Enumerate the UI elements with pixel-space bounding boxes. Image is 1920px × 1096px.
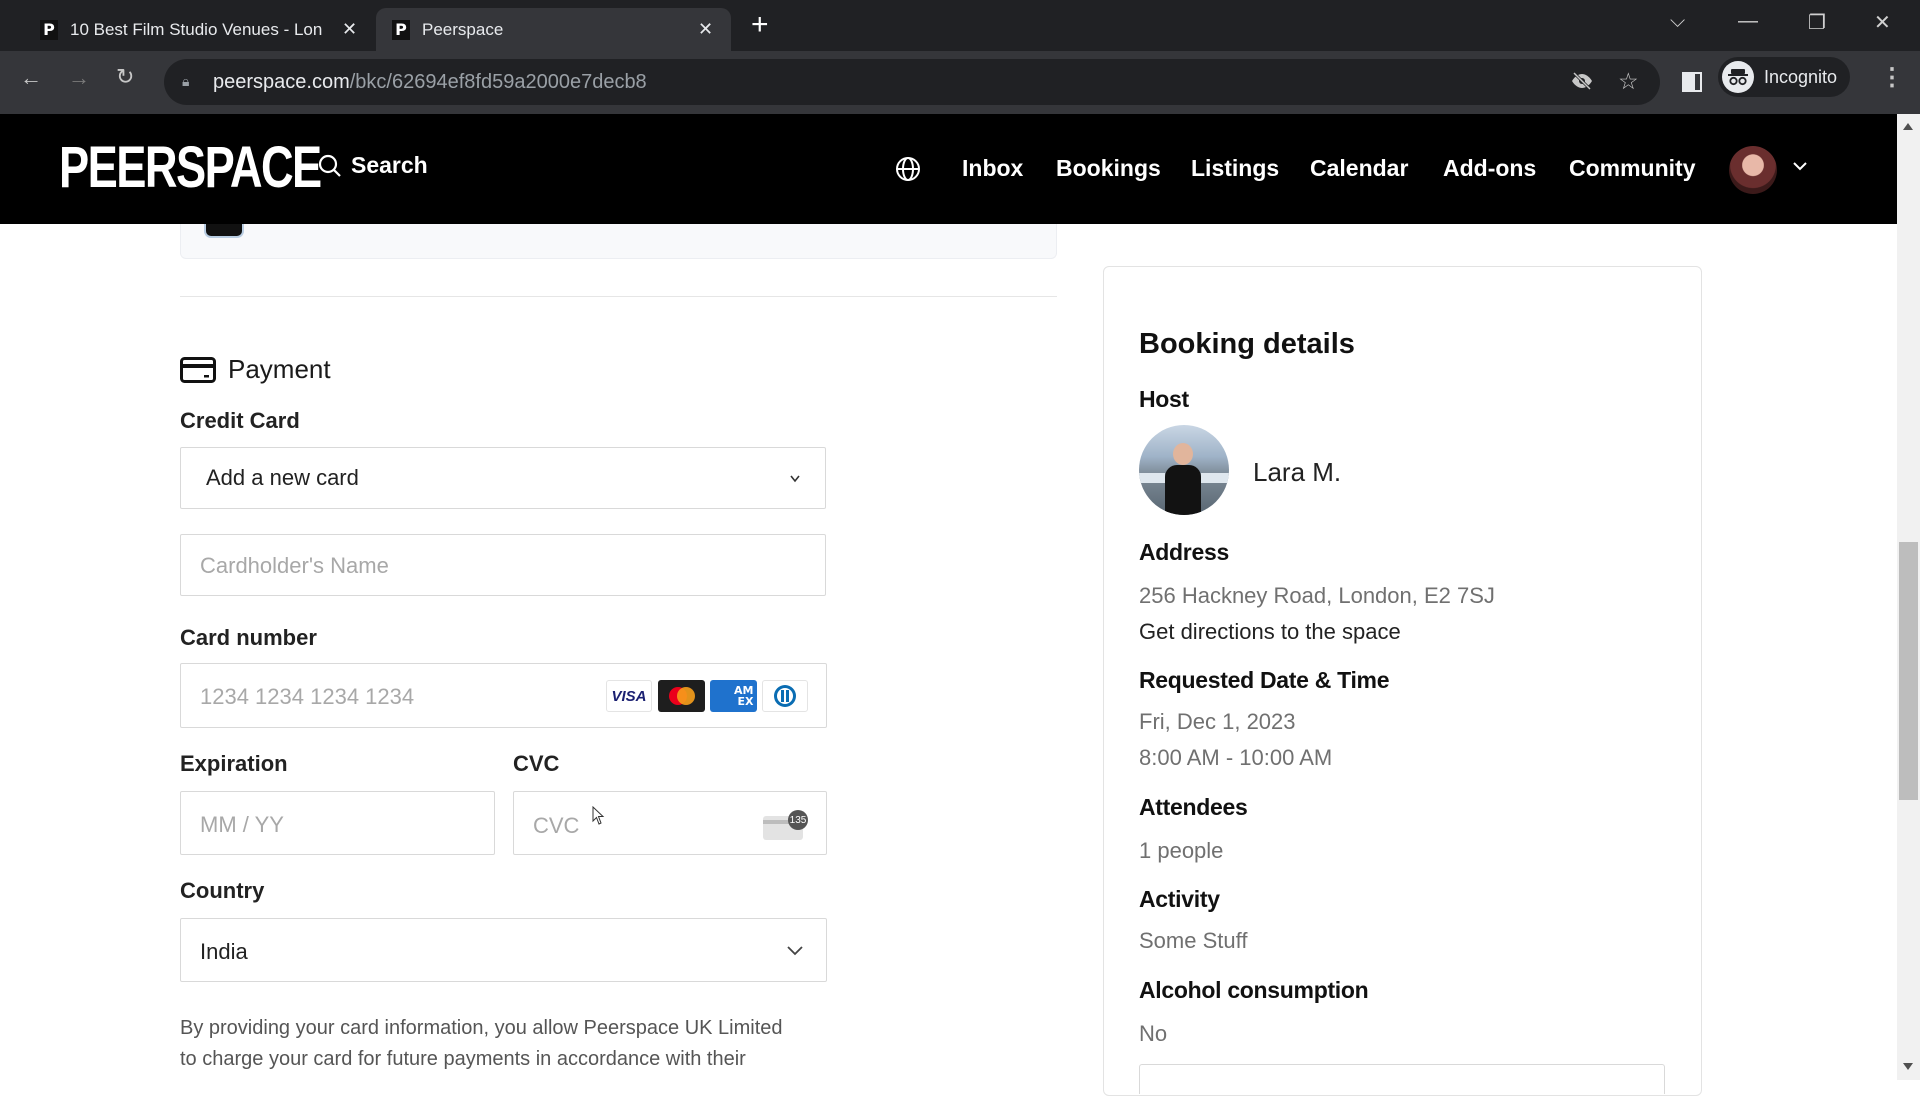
credit-card-label: Credit Card [180,408,300,433]
visa-icon: VISA [606,680,652,712]
attendees-label: Attendees [1139,794,1248,820]
payment-heading: Payment [228,354,331,384]
cardholder-name-placeholder: Cardholder's Name [200,553,389,578]
scroll-up-arrow-icon[interactable] [1903,123,1913,130]
restore-icon[interactable]: ❐ [1808,10,1826,35]
checkbox[interactable] [204,224,244,238]
back-icon[interactable]: ← [20,65,42,91]
bookmark-star-icon[interactable]: ☆ [1618,68,1639,95]
lock-icon: 🔒︎ [182,73,190,89]
attendees-value: 1 people [1139,838,1224,863]
mouse-cursor-icon [592,806,605,825]
nav-listings[interactable]: Listings [1191,155,1279,182]
host-avatar [1139,425,1229,515]
address-bar[interactable]: 🔒︎ peerspace.com/bkc/62694ef8fd59a2000e7… [164,59,1660,105]
chevron-down-icon [790,475,800,483]
peerspace-favicon-icon: P [40,19,58,40]
card-number-label: Card number [180,625,317,650]
forward-icon[interactable]: → [68,65,90,91]
booking-details-heading: Booking details [1139,328,1355,360]
nav-add-ons[interactable]: Add-ons [1443,155,1536,182]
country-label: Country [180,878,265,903]
close-tab-icon[interactable]: ✕ [698,19,713,40]
cvc-placeholder: CVC [533,813,580,838]
side-panel-icon[interactable] [1682,72,1702,92]
url-domain: peerspace.com [213,71,350,93]
user-avatar[interactable] [1729,146,1777,194]
payment-disclaimer: By providing your card information, you … [180,1017,783,1070]
scroll-down-arrow-icon[interactable] [1903,1063,1913,1070]
diners-club-icon [762,680,808,712]
nav-inbox[interactable]: Inbox [962,155,1023,182]
browser-menu-icon[interactable]: ⋮ [1880,63,1904,92]
nav-search-label: Search [351,152,428,178]
amex-icon: AM EX [710,680,757,712]
page-scrollbar[interactable] [1897,114,1920,1080]
previous-section-card [180,224,1057,259]
tab-search-icon[interactable]: ⌵ [1670,10,1685,33]
site-navbar: PEERSPACE Search Inbox Bookings Listings… [0,114,1897,224]
mastercard-icon [658,680,705,712]
credit-card-icon [180,357,216,388]
close-window-icon[interactable]: ✕ [1874,10,1891,35]
browser-tab-strip: P 10 Best Film Studio Venues - Lon ✕ P P… [0,0,1920,51]
requested-datetime-label: Requested Date & Time [1139,667,1390,693]
tab-title: 10 Best Film Studio Venues - Lon [70,19,323,39]
country-select[interactable]: India [180,918,827,982]
expiration-placeholder: MM / YY [200,812,284,837]
activity-label: Activity [1139,886,1220,912]
expiration-label: Expiration [180,751,288,776]
cvc-card-icon: 135 [763,810,808,840]
minimize-icon[interactable]: — [1738,10,1758,33]
host-label: Host [1139,386,1189,412]
search-icon [318,154,341,177]
nav-calendar[interactable]: Calendar [1310,155,1408,182]
profile-label: Incognito [1764,66,1838,87]
browser-tab-inactive[interactable]: P 10 Best Film Studio Venues - Lon ✕ [30,8,365,51]
address-value: 256 Hackney Road, London, E2 7SJ [1139,583,1495,608]
peerspace-favicon-icon: P [392,19,410,40]
nav-community[interactable]: Community [1569,155,1696,182]
chevron-down-icon[interactable] [1790,156,1810,181]
host-name: Lara M. [1253,457,1342,487]
scrollbar-thumb[interactable] [1899,542,1918,800]
browser-toolbar: ← → ↻ 🔒︎ peerspace.com/bkc/62694ef8fd59a… [0,51,1920,114]
tab-title: Peerspace [422,19,504,39]
requested-time: 8:00 AM - 10:00 AM [1139,745,1333,770]
alcohol-label: Alcohol consumption [1139,977,1369,1003]
cvc-label: CVC [513,751,560,776]
country-selected: India [200,939,248,964]
credit-card-select[interactable]: Add a new card [180,447,826,509]
activity-value: Some Stuff [1139,928,1248,953]
get-directions-link[interactable]: Get directions to the space [1139,619,1401,645]
expiration-input[interactable]: MM / YY [180,791,495,855]
requested-date: Fri, Dec 1, 2023 [1139,709,1296,734]
cvc-input[interactable]: CVC 135 [513,791,827,855]
peerspace-logo[interactable]: PEERSPACE [59,138,322,198]
cardholder-name-input[interactable]: Cardholder's Name [180,534,826,596]
new-tab-button[interactable]: + [751,10,769,40]
nav-search-button[interactable]: Search [317,152,428,179]
credit-card-selected: Add a new card [206,465,359,490]
chevron-down-icon [787,946,803,956]
incognito-profile-button[interactable]: Incognito [1718,57,1850,97]
incognito-icon [1722,61,1754,93]
browser-tab-active[interactable]: P Peerspace ✕ [376,8,731,51]
eye-off-icon[interactable] [1570,69,1594,98]
section-divider [180,296,1057,297]
nav-bookings[interactable]: Bookings [1056,155,1161,182]
close-tab-icon[interactable]: ✕ [342,19,357,40]
url-path: /bkc/62694ef8fd59a2000e7decb8 [349,71,647,93]
address-label: Address [1139,539,1229,565]
reload-icon[interactable]: ↻ [116,64,134,90]
globe-icon[interactable] [895,156,921,187]
card-number-placeholder: 1234 1234 1234 1234 [200,684,415,709]
message-box[interactable] [1139,1064,1665,1094]
alcohol-value: No [1139,1021,1168,1046]
